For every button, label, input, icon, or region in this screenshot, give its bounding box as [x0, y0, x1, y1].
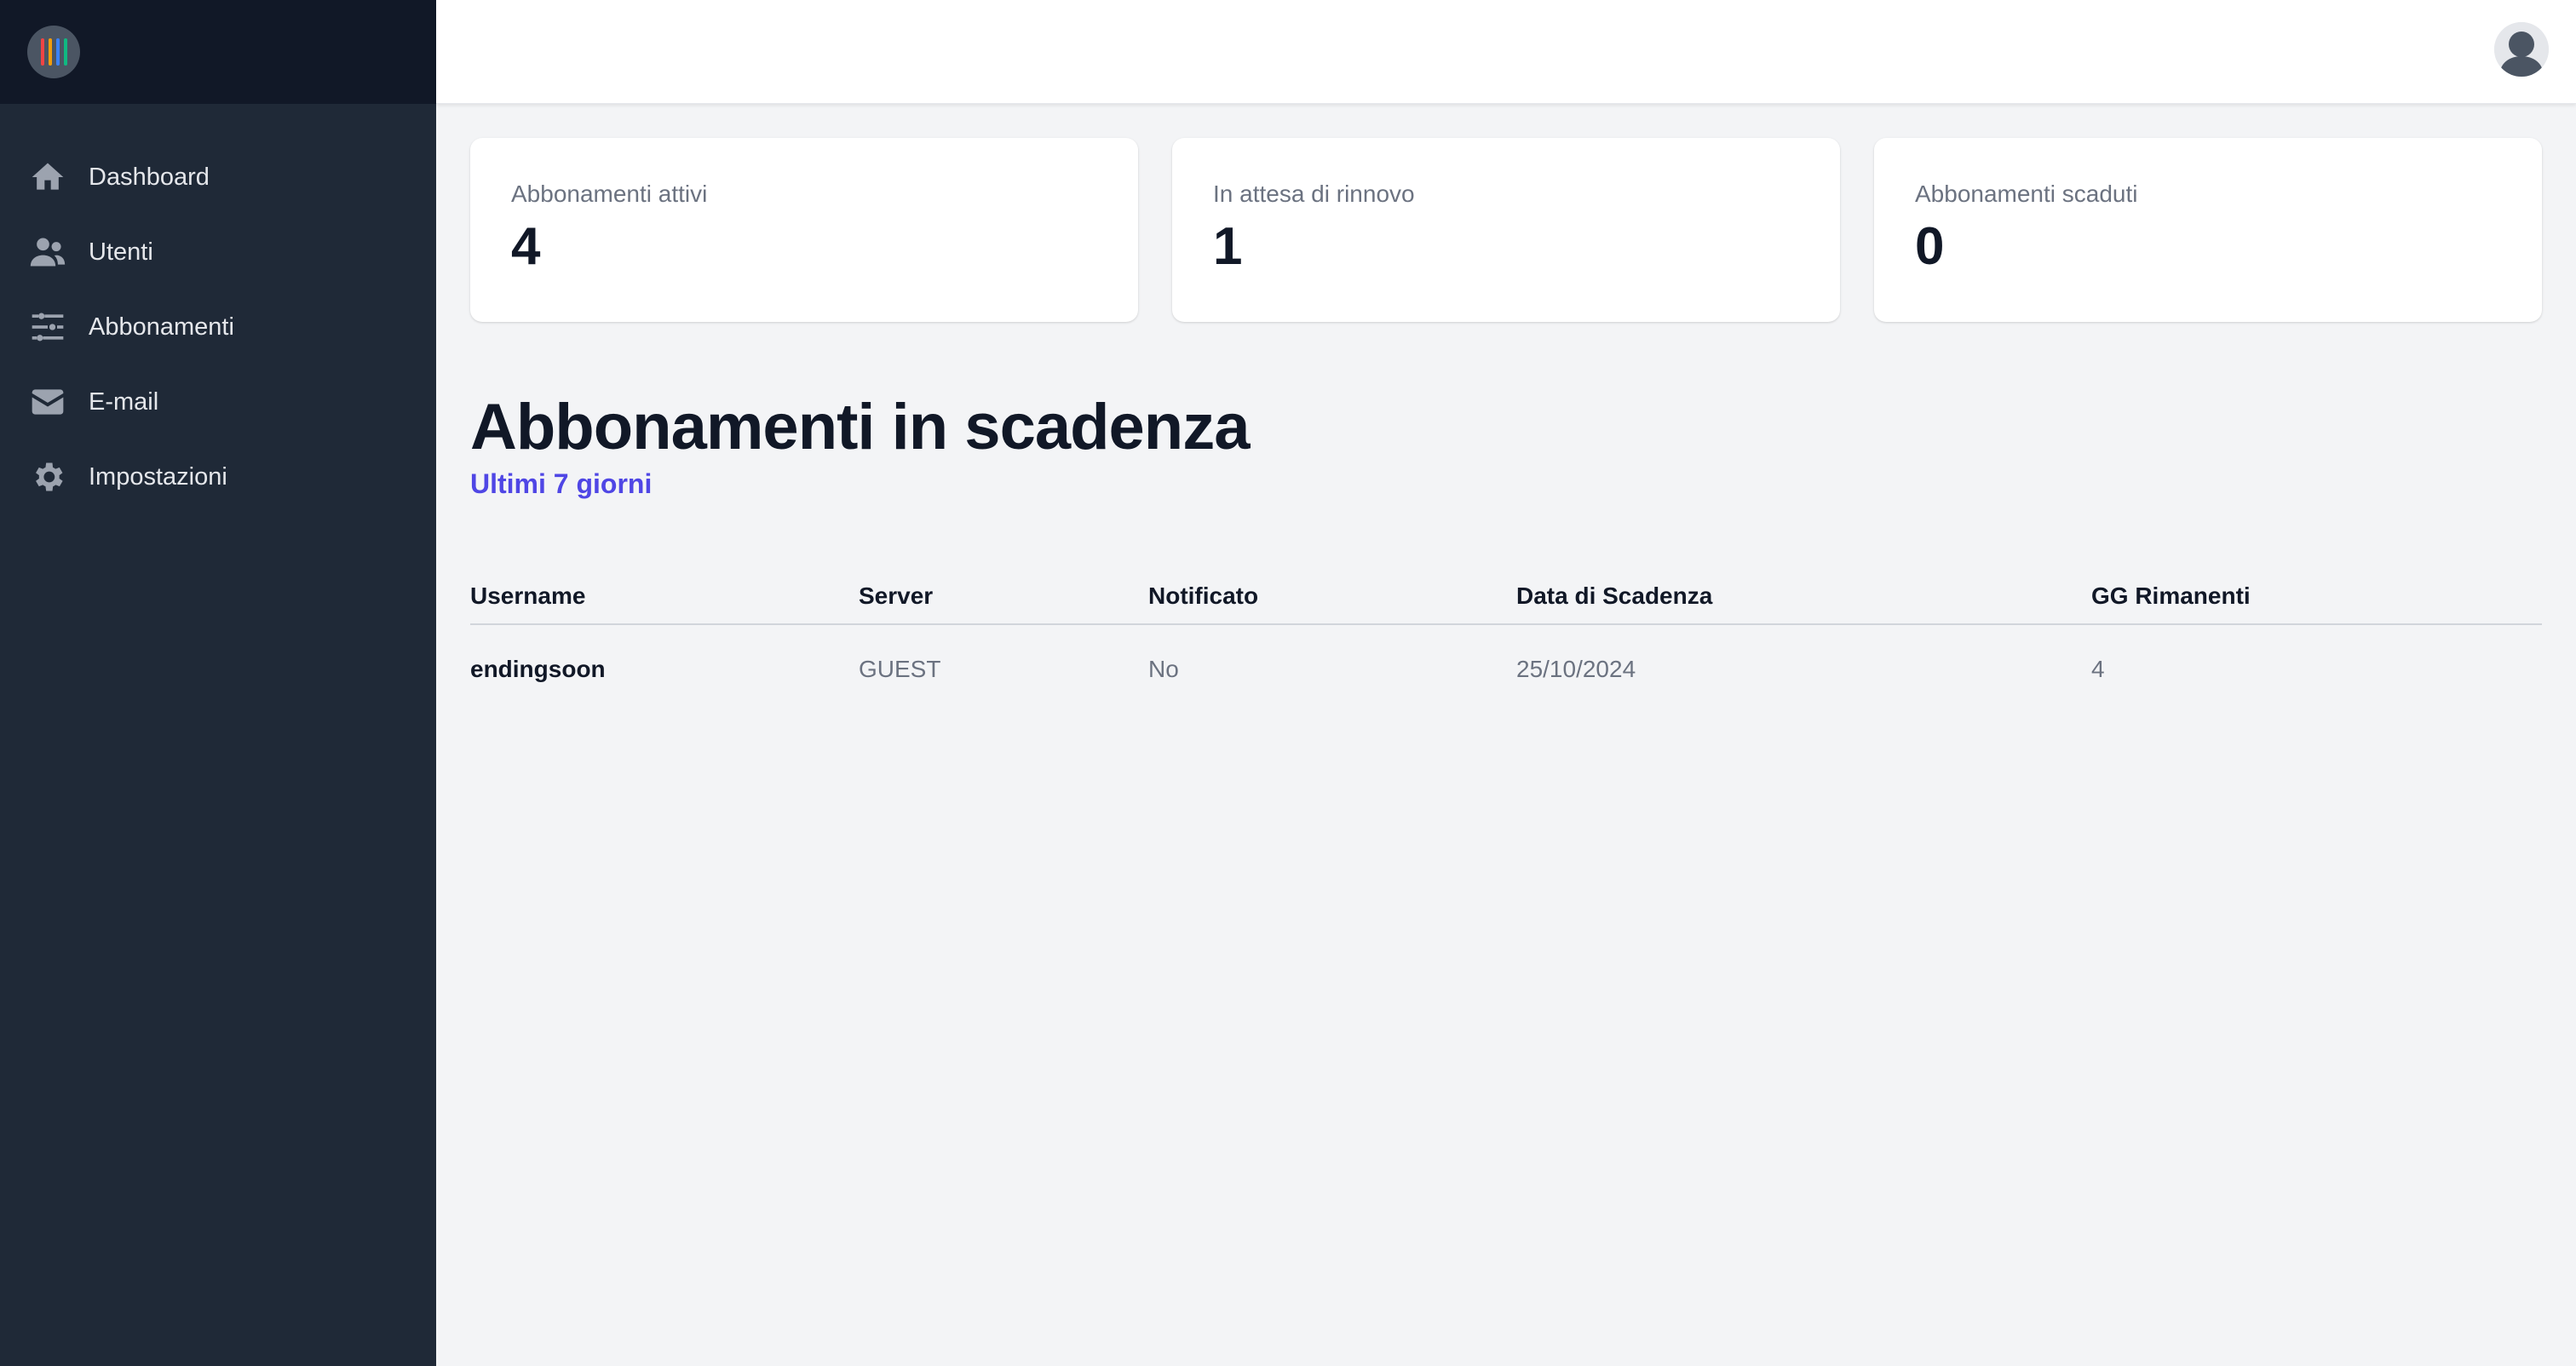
sliders-icon [29, 308, 66, 346]
top-header [436, 0, 2576, 104]
table-row[interactable]: endingsoon GUEST No 25/10/2024 4 [470, 624, 2542, 713]
stat-card-pending: In attesa di rinnovo 1 [1172, 138, 1840, 322]
table-header-row: Username Server Notificato Data di Scade… [470, 568, 2542, 625]
stat-label: Abbonamenti scaduti [1915, 181, 2138, 207]
app: Dashboard Utenti Abbonamenti E-mail Impo… [0, 0, 2576, 1366]
user-avatar-icon [2494, 22, 2549, 77]
stat-value: 4 [511, 217, 541, 276]
sidebar-item-label: Abbonamenti [89, 313, 234, 341]
home-icon [29, 158, 66, 196]
stat-label: Abbonamenti attivi [511, 181, 708, 207]
logo[interactable] [27, 26, 80, 78]
stat-value: 1 [1213, 217, 1243, 276]
column-header-server[interactable]: Server [859, 568, 1148, 625]
main-content: Abbonamenti attivi 4 In attesa di rinnov… [470, 138, 2542, 713]
sidebar-item-label: Utenti [89, 238, 153, 266]
gear-icon [29, 458, 66, 496]
sidebar-item-label: E-mail [89, 387, 159, 416]
stat-label: In attesa di rinnovo [1213, 181, 1415, 207]
column-header-username[interactable]: Username [470, 568, 859, 625]
sidebar-header [0, 0, 436, 104]
stat-card-expired: Abbonamenti scaduti 0 [1874, 138, 2542, 322]
sidebar-item-abbonamenti[interactable]: Abbonamenti [0, 290, 436, 364]
sidebar-item-email[interactable]: E-mail [0, 364, 436, 439]
column-header-notificato[interactable]: Notificato [1148, 568, 1516, 625]
cell-notificato: No [1148, 655, 1179, 682]
column-header-data-scadenza[interactable]: Data di Scadenza [1516, 568, 2091, 625]
stats-row: Abbonamenti attivi 4 In attesa di rinnov… [470, 138, 2542, 322]
stat-card-active: Abbonamenti attivi 4 [470, 138, 1138, 322]
sidebar-item-impostazioni[interactable]: Impostazioni [0, 439, 436, 514]
page-subtitle: Ultimi 7 giorni [470, 468, 653, 499]
users-icon [29, 233, 66, 271]
column-header-gg-rimanenti[interactable]: GG Rimanenti [2091, 568, 2542, 625]
sidebar-item-label: Dashboard [89, 163, 210, 191]
mail-icon [29, 383, 66, 421]
sidebar-nav: Dashboard Utenti Abbonamenti E-mail Impo… [0, 104, 436, 514]
sidebar-item-utenti[interactable]: Utenti [0, 215, 436, 290]
expiring-subscriptions-table: Username Server Notificato Data di Scade… [470, 568, 2542, 713]
cell-gg-rimanenti: 4 [2091, 655, 2105, 682]
cell-server: GUEST [859, 655, 941, 682]
cell-data-scadenza: 25/10/2024 [1516, 655, 1636, 682]
stat-value: 0 [1915, 217, 1945, 276]
page-title: Abbonamenti in scadenza [470, 391, 1251, 463]
sidebar: Dashboard Utenti Abbonamenti E-mail Impo… [0, 0, 436, 1366]
sidebar-item-label: Impostazioni [89, 462, 227, 491]
sidebar-item-dashboard[interactable]: Dashboard [0, 140, 436, 215]
avatar[interactable] [2494, 22, 2549, 77]
cell-username: endingsoon [470, 655, 606, 682]
